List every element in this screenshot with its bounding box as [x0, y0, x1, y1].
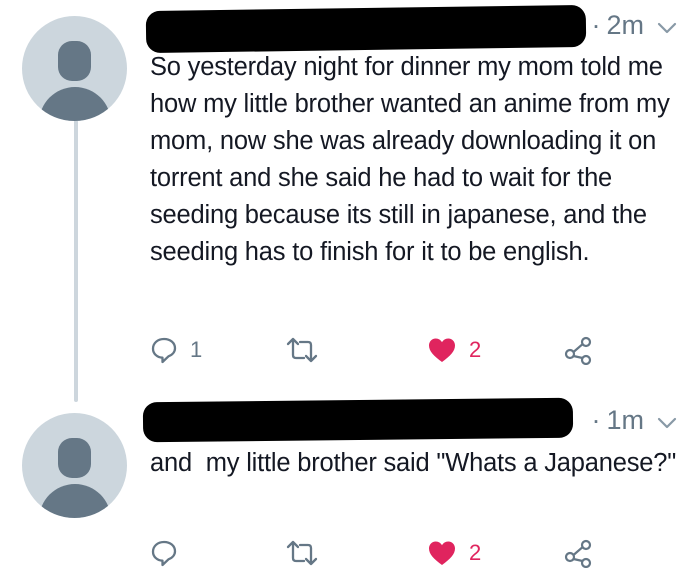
like-button[interactable]: 2 — [427, 533, 481, 573]
like-count: 2 — [469, 337, 482, 362]
reply-icon — [150, 336, 178, 364]
reply-button[interactable]: 1 — [150, 330, 202, 370]
avatar-head — [58, 41, 91, 81]
heart-icon — [427, 539, 457, 567]
redacted-username — [145, 4, 587, 54]
reply-icon — [150, 539, 178, 567]
separator-dot: · — [591, 10, 601, 40]
timestamp[interactable]: 1m — [606, 405, 644, 436]
tweet-text: So yesterday night for dinner my mom tol… — [150, 53, 677, 266]
chevron-down-icon[interactable] — [656, 410, 678, 432]
tweet-meta: · 2m — [591, 10, 678, 41]
share-icon — [563, 538, 593, 568]
retweet-icon — [285, 539, 319, 567]
tweet-actions: 1 2 — [0, 330, 700, 370]
chevron-down-icon[interactable] — [656, 15, 678, 37]
tweet[interactable]: · 1m and my little brother said "Whats a… — [0, 395, 700, 579]
share-button[interactable] — [563, 330, 593, 370]
tweet-text: and my little brother said "Whats a Japa… — [150, 449, 677, 477]
like-count: 2 — [469, 540, 482, 565]
like-button[interactable]: 2 — [427, 330, 481, 370]
redacted-username — [142, 397, 574, 443]
retweet-button[interactable] — [285, 533, 331, 573]
avatar-shoulders — [39, 87, 111, 121]
avatar[interactable] — [22, 413, 127, 518]
heart-icon — [427, 336, 457, 364]
tweet[interactable]: · 2m So yesterday night for dinner my mo… — [0, 0, 700, 400]
timestamp[interactable]: 2m — [606, 10, 644, 41]
share-icon — [563, 335, 593, 365]
retweet-button[interactable] — [285, 330, 331, 370]
reply-button[interactable] — [150, 533, 190, 573]
reply-count: 1 — [190, 337, 203, 362]
share-button[interactable] — [563, 533, 593, 573]
separator-dot: · — [591, 405, 601, 435]
avatar-shoulders — [39, 484, 111, 518]
tweet-actions: 2 — [0, 533, 700, 573]
avatar[interactable] — [22, 16, 127, 121]
retweet-icon — [285, 336, 319, 364]
tweet-meta: · 1m — [591, 405, 678, 436]
avatar-head — [58, 438, 91, 478]
